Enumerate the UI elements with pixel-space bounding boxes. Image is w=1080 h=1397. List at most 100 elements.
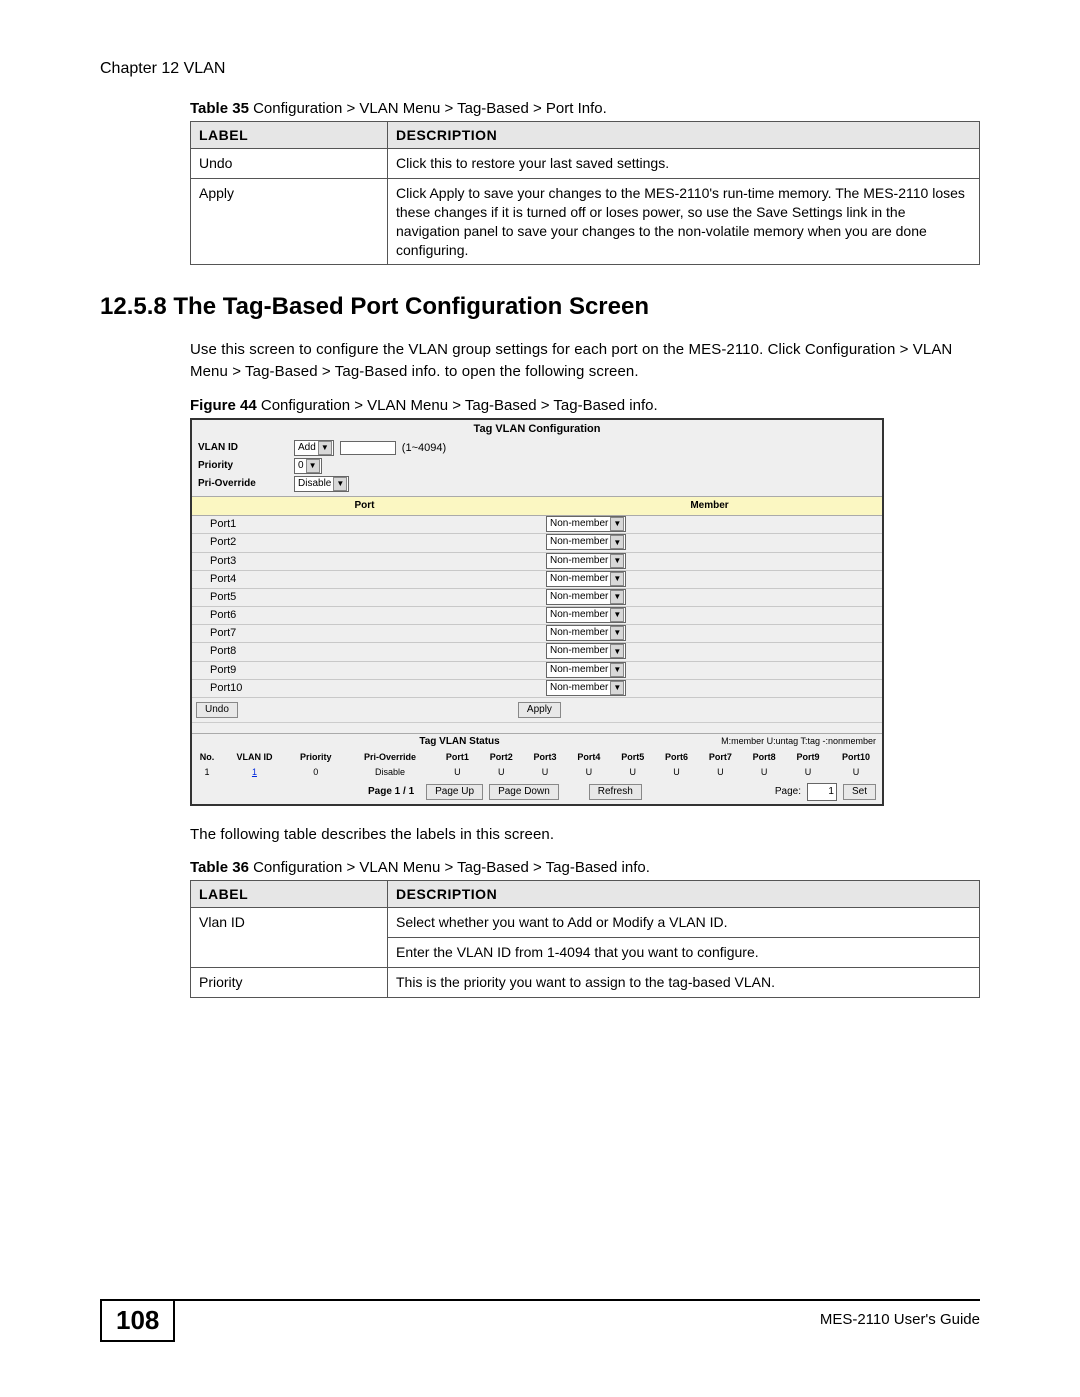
member-select[interactable]: Non-member▼ [546,680,626,696]
port-name: Port8 [192,643,546,660]
table35: LABEL DESCRIPTION Undo Click this to res… [190,121,980,265]
table35-caption-rest: Configuration > VLAN Menu > Tag-Based > … [249,100,607,117]
dropdown-icon: ▼ [610,608,624,622]
table36-row0-label: Vlan ID [191,908,388,968]
after-figure-text: The following table describes the labels… [190,824,980,846]
status-cell: Disable [345,765,436,780]
status-col: Pri-Override [345,750,436,765]
port-row: Port9Non-member▼ [192,662,882,680]
pager-page-label: Page: [775,786,801,798]
figure44-caption-bold: Figure 44 [190,397,257,414]
col-member: Member [537,497,882,515]
table35-col-label: LABEL [191,122,388,149]
dropdown-icon: ▼ [610,590,624,604]
chapter-header: Chapter 12 VLAN [100,60,980,78]
table35-caption-bold: Table 35 [190,100,249,117]
undo-button[interactable]: Undo [196,702,238,718]
table35-row0-label: Undo [191,149,388,179]
screenshot-panel: Tag VLAN Configuration VLAN ID Add▼ (1~4… [190,418,884,806]
status-cell: 1 [192,765,222,780]
dropdown-icon: ▼ [610,681,624,695]
row-priority: Priority 0▼ [192,457,882,475]
port-row: Port5Non-member▼ [192,589,882,607]
port-name: Port3 [192,553,546,570]
refresh-button[interactable]: Refresh [589,784,642,800]
status-cell: 1 [222,765,287,780]
table36: LABEL DESCRIPTION Vlan ID Select whether… [190,880,980,998]
member-select[interactable]: Non-member▼ [546,643,626,659]
status-title-row: Tag VLAN Status M:member U:untag T:tag -… [192,733,882,750]
row-prioverride: Pri-Override Disable▼ [192,475,882,496]
member-select[interactable]: Non-member▼ [546,607,626,623]
port-name: Port6 [192,607,546,624]
port-row: Port3Non-member▼ [192,553,882,571]
table36-row1-label: Priority [191,968,388,998]
port-name: Port10 [192,680,546,697]
dropdown-icon: ▼ [610,626,624,640]
dropdown-icon: ▼ [610,572,624,586]
status-cell: U [786,765,830,780]
member-select[interactable]: Non-member▼ [546,553,626,569]
port-name: Port5 [192,589,546,606]
priority-select[interactable]: 0▼ [294,458,322,474]
dropdown-icon: ▼ [333,477,347,491]
status-cell: U [742,765,786,780]
vlan-id-input[interactable] [340,441,396,455]
status-col: Port1 [435,750,479,765]
table36-caption-rest: Configuration > VLAN Menu > Tag-Based > … [249,859,650,876]
section-para1: Use this screen to configure the VLAN gr… [190,339,980,383]
status-cell: U [830,765,882,780]
port-name: Port7 [192,625,546,642]
port-row: Port8Non-member▼ [192,643,882,661]
table35-caption: Table 35 Configuration > VLAN Menu > Tag… [190,100,980,117]
dropdown-icon: ▼ [610,663,624,677]
status-cell: U [655,765,699,780]
figure44-caption: Figure 44 Configuration > VLAN Menu > Ta… [190,397,980,414]
page-down-button[interactable]: Page Down [489,784,559,800]
dropdown-icon: ▼ [610,517,624,531]
scr-title: Tag VLAN Configuration [192,420,882,439]
row-vlan-id: VLAN ID Add▼ (1~4094) [192,439,882,457]
status-cell: U [479,765,523,780]
status-col: Port2 [479,750,523,765]
table35-col-desc: DESCRIPTION [388,122,980,149]
member-select[interactable]: Non-member▼ [546,516,626,532]
table36-row0-desc2: Enter the VLAN ID from 1-4094 that you w… [388,938,980,968]
port-row: Port6Non-member▼ [192,607,882,625]
status-col: Port7 [698,750,742,765]
member-select[interactable]: Non-member▼ [546,571,626,587]
prioverride-select[interactable]: Disable▼ [294,476,349,492]
page-up-button[interactable]: Page Up [426,784,483,800]
pager-row: Page 1 / 1 Page Up Page Down Refresh Pag… [192,780,882,804]
apply-button[interactable]: Apply [518,702,561,718]
status-col: Port6 [655,750,699,765]
vlan-id-label: VLAN ID [198,442,288,454]
member-select[interactable]: Non-member▼ [546,662,626,678]
status-cell: 0 [287,765,345,780]
table35-row1-label: Apply [191,178,388,265]
table35-row0-desc: Click this to restore your last saved se… [388,149,980,179]
status-legend: M:member U:untag T:tag -:nonmember [721,736,876,748]
status-col: No. [192,750,222,765]
figure44-caption-rest: Configuration > VLAN Menu > Tag-Based > … [257,397,658,414]
footer-guide: MES-2110 User's Guide [820,1301,980,1328]
page-input[interactable] [807,783,837,801]
set-button[interactable]: Set [843,784,876,800]
section-heading: 12.5.8 The Tag-Based Port Configuration … [100,293,980,321]
status-cell: U [698,765,742,780]
table36-caption-bold: Table 36 [190,859,249,876]
member-select[interactable]: Non-member▼ [546,534,626,550]
status-title: Tag VLAN Status [198,736,721,748]
status-col: Port5 [611,750,655,765]
member-select[interactable]: Non-member▼ [546,625,626,641]
status-col: Port8 [742,750,786,765]
vlan-id-select[interactable]: Add▼ [294,440,334,456]
vlan-id-link[interactable]: 1 [252,767,257,777]
member-select[interactable]: Non-member▼ [546,589,626,605]
status-col: Priority [287,750,345,765]
pager-label: Page 1 / 1 [368,786,414,798]
status-cell: U [611,765,655,780]
table36-caption: Table 36 Configuration > VLAN Menu > Tag… [190,859,980,876]
port-name: Port1 [192,516,546,533]
status-grid: No.VLAN IDPriorityPri-OverridePort1Port2… [192,750,882,780]
